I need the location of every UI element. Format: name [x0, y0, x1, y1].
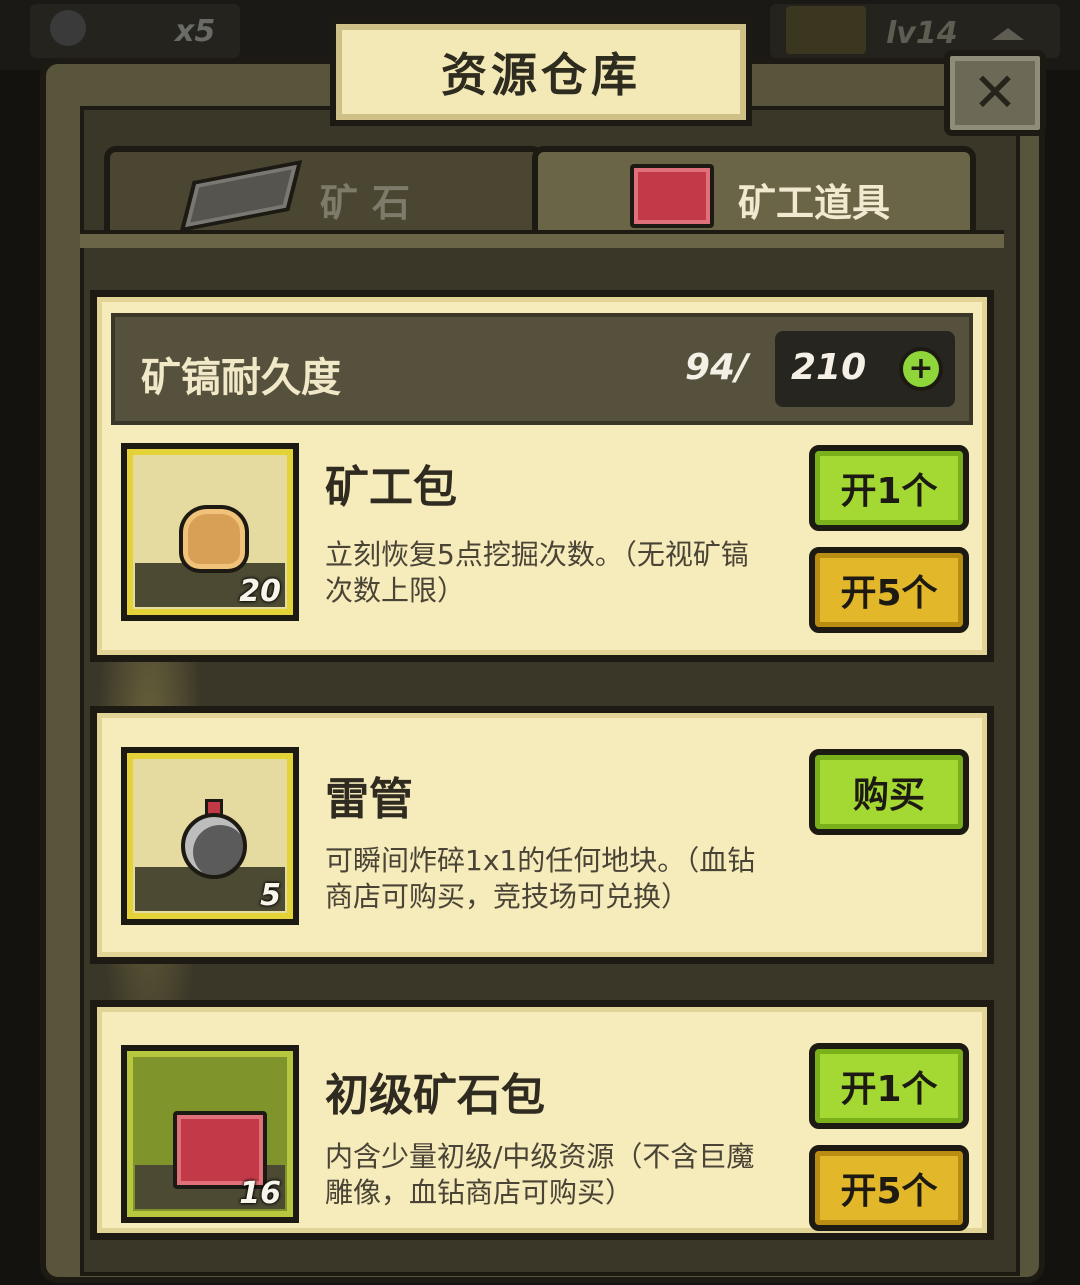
item-name: 雷管: [325, 774, 413, 825]
bomb-icon: [50, 10, 86, 46]
tab-miner-tools-label: 矿工道具: [738, 181, 891, 225]
item-count: 20: [239, 574, 281, 609]
tab-ore-label: 矿石: [320, 181, 425, 225]
tab-ore[interactable]: 矿石: [104, 146, 544, 234]
window-title: 资源仓库: [441, 48, 641, 102]
durability-current: 94/: [685, 347, 749, 388]
sack-icon: [179, 505, 249, 573]
character-level: lv14: [886, 16, 958, 51]
plus-icon: +: [908, 351, 934, 386]
tab-miner-tools[interactable]: 矿工道具: [532, 146, 976, 234]
durability-max: 210: [791, 347, 867, 388]
window-title-plate: 资源仓库: [330, 18, 752, 126]
item-description: 可瞬间炸碎1x1的任何地块。（血钻商店可购买，竞技场可兑换）: [325, 844, 756, 913]
item-description: 立刻恢复5点挖掘次数。（无视矿镐次数上限）: [325, 538, 749, 607]
item-name: 初级矿石包: [325, 1070, 545, 1121]
item-name: 矿工包: [325, 462, 457, 513]
item-icon-frame[interactable]: 20: [121, 443, 299, 621]
item-card-miner-pack: 矿镐耐久度 94/ 210 + 20 矿工包 立刻恢复5点挖掘次数。（无视矿镐次…: [90, 290, 994, 662]
item-count: 5: [260, 878, 281, 913]
item-icon-frame[interactable]: 16: [121, 1045, 299, 1223]
collapse-arrow-icon[interactable]: [992, 28, 1024, 40]
close-icon: ✕: [972, 61, 1018, 124]
open-5-button[interactable]: 开5个: [809, 547, 969, 633]
open-5-button[interactable]: 开5个: [809, 1145, 969, 1231]
open-1-button[interactable]: 开1个: [809, 1043, 969, 1129]
close-button[interactable]: ✕: [944, 50, 1046, 136]
durability-max-box: 210 +: [775, 331, 955, 407]
character-avatar: [786, 6, 866, 54]
ingot-icon: [179, 159, 303, 233]
durability-label: 矿镐耐久度: [141, 355, 341, 401]
item-card-basic-ore-pack: 16 初级矿石包 内含少量初级/中级资源（不含巨魔雕像，血钻商店可购买） 开1个…: [90, 1000, 994, 1240]
crate-icon: [630, 164, 714, 228]
buy-button[interactable]: 购买: [809, 749, 969, 835]
add-durability-button[interactable]: +: [899, 347, 943, 391]
bomb-icon: [181, 813, 247, 879]
item-icon-frame[interactable]: 5: [121, 747, 299, 925]
pickaxe-durability-bar: 矿镐耐久度 94/ 210 +: [111, 313, 973, 425]
item-description: 内含少量初级/中级资源（不含巨魔雕像，血钻商店可购买）: [325, 1140, 755, 1209]
bomb-count: x5: [175, 14, 216, 49]
tabs-underbar: [80, 230, 1004, 248]
open-1-button[interactable]: 开1个: [809, 445, 969, 531]
item-count: 16: [239, 1176, 281, 1211]
item-card-detonator: 5 雷管 可瞬间炸碎1x1的任何地块。（血钻商店可购买，竞技场可兑换） 购买: [90, 706, 994, 964]
